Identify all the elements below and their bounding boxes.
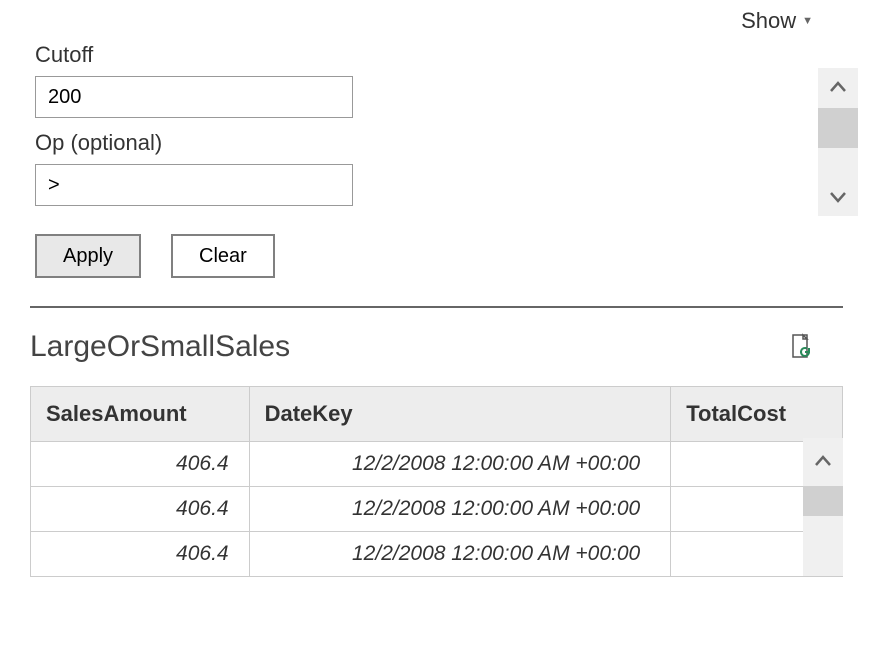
cell-salesamount: 406.4 bbox=[31, 487, 250, 532]
table-row: 406.4 12/2/2008 12:00:00 AM +00:00 2 bbox=[31, 442, 843, 487]
form-scrollbar[interactable] bbox=[818, 68, 858, 216]
results-table: SalesAmount DateKey TotalCost 406.4 12/2… bbox=[30, 386, 843, 577]
col-header-totalcost[interactable]: TotalCost bbox=[671, 387, 843, 442]
scroll-up-icon[interactable] bbox=[818, 68, 858, 108]
op-label: Op (optional) bbox=[35, 130, 838, 156]
cell-datekey: 12/2/2008 12:00:00 AM +00:00 bbox=[249, 442, 671, 487]
cell-datekey: 12/2/2008 12:00:00 AM +00:00 bbox=[249, 487, 671, 532]
cell-salesamount: 406.4 bbox=[31, 442, 250, 487]
table-header-row: SalesAmount DateKey TotalCost bbox=[31, 387, 843, 442]
refresh-icon[interactable] bbox=[789, 333, 813, 361]
show-label: Show bbox=[741, 8, 796, 34]
table-scrollbar[interactable] bbox=[803, 438, 843, 576]
scroll-track[interactable] bbox=[803, 516, 843, 576]
cutoff-label: Cutoff bbox=[35, 42, 838, 68]
scroll-thumb[interactable] bbox=[818, 108, 858, 148]
section-divider bbox=[30, 306, 843, 308]
col-header-datekey[interactable]: DateKey bbox=[249, 387, 671, 442]
scroll-down-icon[interactable] bbox=[818, 176, 858, 216]
apply-button[interactable]: Apply bbox=[35, 234, 141, 278]
op-input[interactable] bbox=[35, 164, 353, 206]
scroll-up-icon[interactable] bbox=[803, 438, 843, 486]
scroll-thumb[interactable] bbox=[803, 486, 843, 516]
section-title: LargeOrSmallSales bbox=[30, 330, 290, 364]
col-header-salesamount[interactable]: SalesAmount bbox=[31, 387, 250, 442]
cutoff-input[interactable] bbox=[35, 76, 353, 118]
cell-datekey: 12/2/2008 12:00:00 AM +00:00 bbox=[249, 532, 671, 577]
chevron-down-icon: ▼ bbox=[802, 15, 813, 27]
table-row: 406.4 12/2/2008 12:00:00 AM +00:00 2 bbox=[31, 487, 843, 532]
show-dropdown[interactable]: Show ▼ bbox=[741, 8, 813, 34]
scroll-track[interactable] bbox=[818, 148, 858, 176]
clear-button[interactable]: Clear bbox=[171, 234, 275, 278]
cell-salesamount: 406.4 bbox=[31, 532, 250, 577]
table-row: 406.4 12/2/2008 12:00:00 AM +00:00 2 bbox=[31, 532, 843, 577]
